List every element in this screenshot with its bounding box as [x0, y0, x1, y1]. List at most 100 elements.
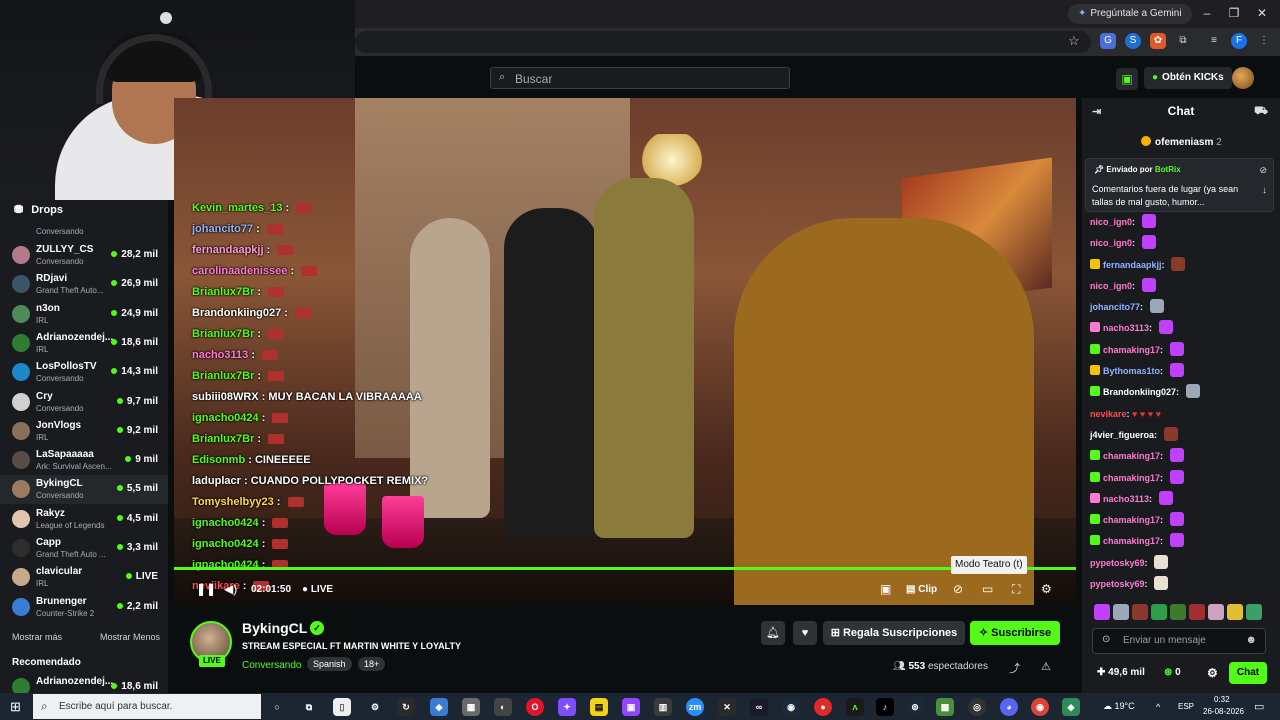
chat-message[interactable]: pypetosky69: [1090, 553, 1276, 574]
emote-icon[interactable] [1151, 604, 1167, 620]
chat-message[interactable]: nacho3113: [1090, 318, 1276, 339]
chat-message[interactable]: chamaking17: [1090, 340, 1276, 361]
address-bar[interactable] [355, 31, 1091, 53]
fullscreen-icon[interactable]: ⛶ [1012, 582, 1020, 597]
app-icon[interactable]: ◐ [494, 698, 512, 716]
stream-category[interactable]: Conversando [242, 660, 301, 671]
app-icon[interactable]: ◉ [782, 698, 800, 716]
chat-message[interactable]: fernandaapkjj: [1090, 255, 1276, 276]
zoom-icon[interactable]: zm [686, 698, 704, 716]
emote-icon[interactable] [1189, 604, 1205, 620]
leaderboard-icon[interactable]: ⛟ [1254, 105, 1268, 119]
video-progress-bar[interactable] [174, 567, 1076, 570]
pip-icon[interactable]: ▣ [880, 582, 891, 596]
gemini-button[interactable]: ✦ Pregúntale a Gemini [1068, 4, 1192, 24]
translate-icon[interactable]: G [1100, 33, 1116, 49]
get-kicks-button[interactable]: ● Obtén KICKs [1144, 67, 1232, 89]
sidebar-channel[interactable]: Brunenger Counter-Strike 2 2,2 mil [0, 593, 168, 622]
cortana-icon[interactable]: ○ [268, 698, 286, 716]
show-more-link[interactable]: Mostrar más [12, 632, 62, 642]
app-icon[interactable]: ◆ [1062, 698, 1080, 716]
sidebar-channel[interactable]: Rakyz League of Legends 4,5 mil [0, 505, 168, 534]
extension-icon[interactable]: S [1125, 33, 1141, 49]
emoji-icon[interactable]: ☻ [1245, 634, 1257, 646]
app-icon[interactable]: ▥ [654, 698, 672, 716]
chat-message[interactable]: nacho3113: [1090, 489, 1276, 510]
app-icon[interactable]: ∞ [750, 698, 768, 716]
app-icon[interactable]: ᴧ [846, 698, 864, 716]
sidebar-channel[interactable]: LaSapaaaaa Ark: Survival Ascen... 9 mil [0, 446, 168, 475]
minimize-icon[interactable]: – [1199, 6, 1215, 20]
pause-icon[interactable]: ❚❚ [196, 582, 216, 596]
emote-icon[interactable] [1094, 604, 1110, 620]
puzzle-icon[interactable]: ⧉ [1175, 33, 1191, 49]
opera-icon[interactable]: O [526, 698, 544, 716]
profile-icon[interactable]: F [1231, 33, 1247, 49]
settings-icon[interactable]: ⚙ [366, 698, 384, 716]
gift-subs-button[interactable]: ⊞ Regala Suscripciones [823, 621, 965, 645]
chat-send-button[interactable]: Chat [1229, 662, 1267, 684]
clock-date[interactable]: 26-08-2026 [1203, 707, 1244, 716]
sidebar-channel[interactable]: Capp Grand Theft Auto ... 3,3 mil [0, 534, 168, 563]
sidebar-channel[interactable]: JonVlogs IRL 9,2 mil [0, 417, 168, 446]
follow-heart-icon[interactable]: ♥ [793, 621, 817, 645]
emote-icon[interactable] [1208, 604, 1224, 620]
notification-bell-icon[interactable]: 🔔︎ [761, 621, 785, 645]
chat-badge-icon[interactable]: ⊙ [1102, 634, 1110, 645]
volume-icon[interactable]: ◀) [224, 582, 237, 596]
minecraft-icon[interactable]: ▩ [936, 698, 954, 716]
report-icon[interactable]: ⚠ [1041, 660, 1051, 673]
sidebar-channel[interactable]: RDjavi Grand Theft Auto... 26,9 mil [0, 270, 168, 299]
emote-icon[interactable] [1227, 604, 1243, 620]
tag-mature[interactable]: 18+ [358, 657, 386, 671]
theater-mode-icon[interactable]: ▭ [982, 582, 993, 596]
rewards-icon[interactable]: ▣ [1116, 68, 1138, 90]
tag-language[interactable]: Spanish [307, 657, 352, 671]
chat-message[interactable]: johancito77: [1090, 297, 1276, 318]
copilot-icon[interactable]: ✦ [558, 698, 576, 716]
settings-gear-icon[interactable]: ⚙ [1041, 582, 1052, 596]
app-icon[interactable]: ↻ [397, 698, 415, 716]
chat-message[interactable]: nico_ign0: [1090, 276, 1276, 297]
app-icon[interactable]: ◎ [968, 698, 986, 716]
video-player[interactable]: Kevin_martes_13 : johancito77 : fernanda… [174, 98, 1076, 605]
chrome-icon[interactable]: ◉ [1031, 698, 1049, 716]
menu-icon[interactable]: ⋮ [1256, 33, 1272, 49]
sidebar-channel[interactable]: LosPollosTV Conversando 14,3 mil [0, 358, 168, 387]
close-icon[interactable]: ✕ [1254, 6, 1270, 20]
sidebar-channel[interactable]: Adrianozendej... IRL 18,6 mil [0, 329, 168, 358]
tiktok-icon[interactable]: ♪ [876, 698, 894, 716]
app-icon[interactable]: ● [814, 698, 832, 716]
task-view-icon[interactable]: ⧉ [300, 698, 318, 716]
emote-icon[interactable] [1170, 604, 1186, 620]
emote-icon[interactable] [1246, 604, 1262, 620]
collapse-chat-icon[interactable]: ⇥ [1092, 105, 1101, 118]
subscribe-button[interactable]: ✧ Suscribirse [970, 621, 1060, 645]
bookmark-star-icon[interactable]: ☆ [1068, 33, 1080, 49]
sidebar-channel[interactable]: BykingCL Conversando 5,5 mil [0, 475, 168, 505]
expand-icon[interactable]: ↓ [1262, 185, 1267, 196]
clock-time[interactable]: 0:32 [1214, 695, 1230, 704]
sidebar-channel[interactable]: clavicular IRL LIVE [0, 563, 168, 592]
drops-link[interactable]: ⛃ Drops [14, 203, 63, 216]
sticky-notes-icon[interactable]: ▤ [590, 698, 608, 716]
unpin-icon[interactable]: ⊘ [1259, 165, 1267, 176]
chat-message[interactable]: Bythomas1to: [1090, 361, 1276, 382]
chat-message[interactable]: j4vier_figueroa: [1090, 425, 1276, 446]
notifications-icon[interactable]: ▭ [1254, 700, 1264, 713]
chat-message[interactable]: chamaking17: [1090, 446, 1276, 467]
clip-button[interactable]: ▤ Clip [906, 584, 937, 595]
user-avatar[interactable] [1232, 67, 1254, 89]
emote-icon[interactable] [1132, 604, 1148, 620]
chat-message[interactable]: pypetosky69: [1090, 574, 1276, 595]
sidebar-channel[interactable]: Cry Conversando 9,7 mil [0, 388, 168, 417]
chat-message[interactable]: nico_ign0: [1090, 233, 1276, 254]
chat-message[interactable]: nico_ign0: [1090, 212, 1276, 233]
taskbar-search-input[interactable]: ⌕ Escribe aquí para buscar. [33, 694, 261, 719]
search-input[interactable]: ⌕ Buscar [490, 67, 790, 89]
chat-message-input[interactable]: ⊙ Enviar un mensaje ☻ [1092, 628, 1266, 654]
no-ads-icon[interactable]: ⊘ [953, 582, 963, 596]
twitch-icon[interactable]: ▣ [622, 698, 640, 716]
chat-message[interactable]: chamaking17: [1090, 531, 1276, 552]
steam-icon[interactable]: ⊚ [906, 698, 924, 716]
